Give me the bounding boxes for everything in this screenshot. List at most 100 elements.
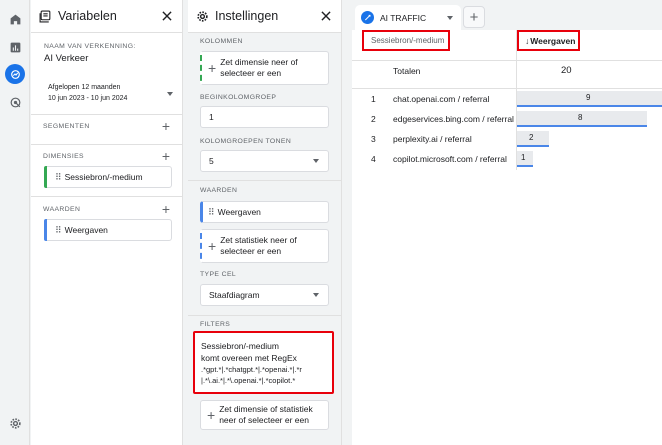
add-icon: + bbox=[208, 60, 217, 76]
explore-icon bbox=[361, 11, 374, 24]
report-canvas: AI TRAFFIC + Sessiebron/-medium ↓ Weerga… bbox=[352, 0, 662, 445]
start-column-group-label: BEGINKOLOMGROEP bbox=[200, 94, 277, 101]
explore-icon[interactable] bbox=[5, 64, 25, 84]
reports-icon[interactable] bbox=[5, 37, 25, 57]
start-column-group-input[interactable]: 1 bbox=[200, 106, 329, 128]
columns-drop-zone[interactable]: + Zet dimensie neer of selecteer er een bbox=[200, 51, 329, 85]
divider bbox=[188, 180, 341, 181]
add-icon: + bbox=[208, 238, 217, 254]
values-section: WAARDEN + bbox=[31, 202, 182, 216]
filters-placeholder: Zet dimensie of statistiek neer of selec… bbox=[219, 404, 313, 425]
tab-label: AI TRAFFIC bbox=[380, 12, 427, 23]
date-range-label: Afgelopen 12 maanden bbox=[48, 84, 121, 91]
row-value: 1 bbox=[521, 153, 526, 162]
values-label: WAARDEN bbox=[43, 205, 81, 213]
divider bbox=[31, 196, 182, 197]
filters-label: FILTERS bbox=[200, 321, 231, 328]
row-index: 2 bbox=[371, 114, 376, 124]
advertising-icon[interactable] bbox=[5, 92, 25, 112]
row-value: 9 bbox=[586, 93, 591, 102]
row-index: 4 bbox=[371, 154, 376, 164]
chevron-down-icon bbox=[167, 92, 173, 96]
sort-arrow-icon: ↓ bbox=[525, 35, 530, 46]
add-tab-button[interactable]: + bbox=[463, 6, 485, 28]
columns-label: KOLOMMEN bbox=[200, 38, 243, 45]
drag-handle-icon[interactable]: ⠿ bbox=[55, 172, 62, 183]
dimension-color-bar bbox=[44, 166, 47, 188]
filters-drop-zone[interactable]: + Zet dimensie of statistiek neer of sel… bbox=[200, 400, 329, 430]
metric-chip-label: Weergaven bbox=[64, 225, 108, 235]
row-index: 1 bbox=[371, 94, 376, 104]
row-source: copilot.microsoft.com / referral bbox=[393, 154, 507, 164]
left-rail bbox=[0, 0, 30, 445]
dimension-header-label: Sessiebron/-medium bbox=[371, 36, 445, 45]
metric-chip[interactable]: ⠿ Weergaven bbox=[44, 219, 172, 241]
drag-handle-icon[interactable]: ⠿ bbox=[55, 225, 62, 236]
metric-color-bar bbox=[44, 219, 47, 241]
values-drop-zone[interactable]: + Zet statistiek neer of selecteer er ee… bbox=[200, 229, 329, 263]
filter-regex-line-2: |.*\.ai.*|.*\.openai.*|.*copilot.* bbox=[201, 376, 296, 385]
settings-header: Instellingen bbox=[188, 0, 341, 33]
tab-ai-traffic[interactable]: AI TRAFFIC bbox=[355, 5, 461, 30]
close-icon[interactable] bbox=[160, 9, 174, 23]
values-item-label: Weergaven bbox=[217, 207, 261, 217]
table-row[interactable]: 1 chat.openai.com / referral 9 bbox=[352, 89, 662, 109]
add-segment-icon[interactable]: + bbox=[162, 119, 170, 133]
chevron-down-icon[interactable] bbox=[447, 15, 453, 20]
settings-icon[interactable] bbox=[5, 413, 25, 433]
show-column-groups-select[interactable]: 5 bbox=[200, 150, 329, 172]
dimensions-label: DIMENSIES bbox=[43, 152, 84, 160]
divider bbox=[31, 114, 182, 115]
table-row[interactable]: 2 edgeservices.bing.com / referral 8 bbox=[352, 109, 662, 129]
divider bbox=[352, 60, 662, 61]
divider bbox=[188, 315, 341, 316]
show-column-groups-value: 5 bbox=[209, 156, 214, 166]
row-source: edgeservices.bing.com / referral bbox=[393, 114, 514, 124]
metric-header-label: Weergaven bbox=[530, 35, 576, 46]
dimension-column-header[interactable]: Sessiebron/-medium bbox=[362, 30, 450, 51]
table-row[interactable]: 4 copilot.microsoft.com / referral 1 bbox=[352, 149, 662, 169]
filter-condition: komt overeen met RegEx bbox=[201, 353, 297, 363]
values-item[interactable]: ⠿ Weergaven bbox=[200, 201, 329, 223]
exploration-name[interactable]: AI Verkeer bbox=[44, 53, 88, 64]
home-icon[interactable] bbox=[5, 9, 25, 29]
add-metric-icon[interactable]: + bbox=[162, 202, 170, 216]
close-icon[interactable] bbox=[319, 9, 333, 23]
row-source: chat.openai.com / referral bbox=[393, 94, 490, 104]
totals-label: Totalen bbox=[393, 66, 421, 76]
cell-type-select[interactable]: Staafdiagram bbox=[200, 284, 329, 306]
date-range-value: 10 jun 2023 - 10 jun 2024 bbox=[48, 95, 128, 102]
segments-section: SEGMENTEN + bbox=[31, 119, 182, 133]
columns-placeholder: Zet dimensie neer of selecteer er een bbox=[220, 57, 298, 78]
totals-value: 20 bbox=[561, 65, 572, 76]
segments-label: SEGMENTEN bbox=[43, 122, 90, 130]
show-column-groups-label: KOLOMGROEPEN TONEN bbox=[200, 138, 292, 145]
variables-header: Variabelen bbox=[31, 0, 182, 33]
divider bbox=[31, 144, 182, 145]
add-dimension-icon[interactable]: + bbox=[162, 149, 170, 163]
variables-icon bbox=[39, 10, 51, 22]
row-value: 2 bbox=[529, 133, 534, 142]
row-value: 8 bbox=[578, 113, 583, 122]
metric-column-header[interactable]: ↓ Weergaven bbox=[517, 30, 580, 51]
exploration-name-label: NAAM VAN VERKENNING: bbox=[44, 43, 136, 50]
start-column-group-value: 1 bbox=[209, 112, 214, 122]
variables-panel: Variabelen NAAM VAN VERKENNING: AI Verke… bbox=[31, 0, 183, 445]
date-range-picker[interactable]: Afgelopen 12 maanden 10 jun 2023 - 10 ju… bbox=[44, 80, 177, 108]
tab-bar: AI TRAFFIC + bbox=[352, 0, 662, 30]
row-index: 3 bbox=[371, 134, 376, 144]
chevron-down-icon bbox=[313, 159, 319, 163]
row-source: perplexity.ai / referral bbox=[393, 134, 472, 144]
values-placeholder: Zet statistiek neer of selecteer er een bbox=[220, 235, 297, 256]
variables-title: Variabelen bbox=[58, 9, 117, 23]
chevron-down-icon bbox=[313, 293, 319, 297]
dimension-chip[interactable]: ⠿ Sessiebron/-medium bbox=[44, 166, 172, 188]
table-row[interactable]: 3 perplexity.ai / referral 2 bbox=[352, 129, 662, 149]
filter-dimension: Sessiebron/-medium bbox=[201, 341, 279, 351]
gear-icon bbox=[197, 10, 208, 22]
dimension-chip-label: Sessiebron/-medium bbox=[64, 172, 143, 182]
filter-item[interactable]: Sessiebron/-medium komt overeen met RegE… bbox=[193, 331, 334, 394]
cell-type-value: Staafdiagram bbox=[209, 290, 260, 300]
drag-handle-icon[interactable]: ⠿ bbox=[208, 207, 215, 218]
add-icon: + bbox=[207, 407, 216, 423]
